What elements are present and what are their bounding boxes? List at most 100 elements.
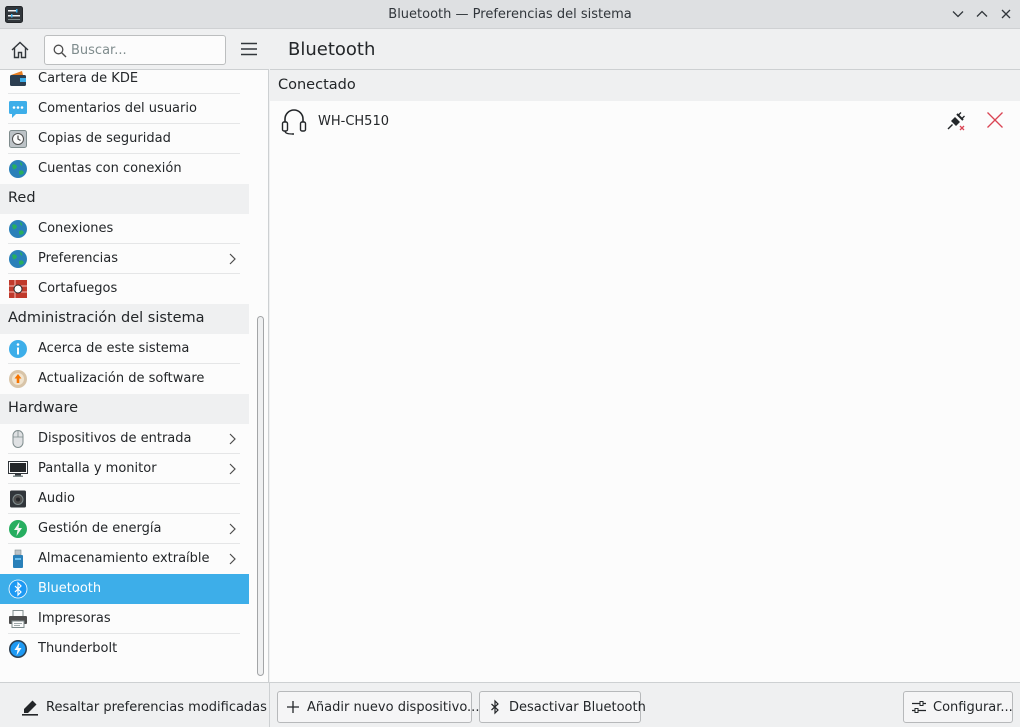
configure-button[interactable]: Configurar...	[903, 691, 1013, 723]
sidebar-item-thunderbolt[interactable]: Thunderbolt	[0, 634, 249, 664]
backup-icon	[9, 130, 27, 148]
section-header-system-administration: Administración del sistema	[0, 304, 249, 334]
main-header: Bluetooth	[270, 29, 1020, 70]
sidebar-item-label: Copias de seguridad	[38, 131, 171, 146]
sidebar-item-label: Comentarios del usuario	[38, 101, 197, 116]
section-header-hardware: Hardware	[0, 394, 249, 424]
home-icon[interactable]	[9, 39, 31, 61]
section-label: Red	[8, 190, 36, 206]
sidebar-item-input-devices[interactable]: Dispositivos de entrada	[0, 424, 249, 454]
network-globe-icon	[9, 220, 27, 238]
info-icon	[9, 340, 27, 358]
chevron-right-icon	[229, 523, 236, 535]
sidebar-item-label: Acerca de este sistema	[38, 341, 190, 356]
section-label: Hardware	[8, 400, 79, 416]
connected-group-header: Conectado	[270, 71, 1020, 101]
chevron-right-icon	[229, 463, 236, 475]
speaker-icon	[10, 490, 26, 508]
software-update-icon	[9, 370, 27, 388]
sidebar-item-display-monitor[interactable]: Pantalla y monitor	[0, 454, 249, 484]
maximize-button[interactable]	[973, 5, 991, 23]
sidebar-item-label: Dispositivos de entrada	[38, 431, 192, 446]
configure-label: Configurar...	[933, 699, 1013, 715]
sidebar-item-label: Almacenamiento extraíble	[38, 551, 210, 566]
close-button[interactable]	[997, 5, 1015, 23]
sidebar-item-firewall[interactable]: Cortafuegos	[0, 274, 249, 304]
sidebar-item-user-feedback[interactable]: Comentarios del usuario	[0, 94, 249, 124]
sidebar-item-bluetooth[interactable]: Bluetooth	[0, 574, 249, 604]
search-field[interactable]	[44, 35, 226, 65]
sidebar-item-label: Actualización de software	[38, 371, 205, 386]
sidebar-item-backup[interactable]: Copias de seguridad	[0, 124, 249, 154]
highlight-modified-label: Resaltar preferencias modificadas	[46, 699, 267, 715]
sidebar-item-label: Pantalla y monitor	[38, 461, 157, 476]
monitor-icon	[8, 461, 28, 477]
sidebar-scrollbar-thumb[interactable]	[257, 316, 264, 676]
window-title: Bluetooth — Preferencias del sistema	[388, 7, 632, 22]
sidebar-item-connections[interactable]: Conexiones	[0, 214, 249, 244]
settings-window: Bluetooth — Preferencias del sistema Bus…	[0, 0, 1020, 727]
sidebar-item-label: Cartera de KDE	[38, 71, 139, 86]
disconnect-plug-icon[interactable]	[946, 111, 966, 131]
sidebar-item-kde-wallet[interactable]: Cartera de KDE	[0, 70, 249, 94]
group-label: Conectado	[278, 77, 356, 93]
sidebar-item-network-preferences[interactable]: Preferencias	[0, 244, 249, 274]
title-bar: Bluetooth — Preferencias del sistema	[0, 0, 1020, 29]
sidebar-item-label: Conexiones	[38, 221, 114, 236]
main-content: Conectado WH-CH510	[270, 71, 1020, 682]
sidebar: Cartera de KDE Comentarios del usuario C…	[0, 70, 269, 682]
bluetooth-icon	[8, 579, 28, 599]
search-input[interactable]	[71, 41, 221, 59]
close-icon	[1001, 9, 1011, 19]
sidebar-item-power-management[interactable]: Gestión de energía	[0, 514, 249, 544]
chevron-down-icon	[952, 11, 964, 18]
sidebar-header	[0, 29, 269, 70]
sidebar-item-removable-storage[interactable]: Almacenamiento extraíble	[0, 544, 249, 574]
hamburger-menu-icon[interactable]	[239, 40, 259, 58]
chevron-up-icon	[976, 10, 988, 17]
chevron-right-icon	[229, 253, 236, 265]
disable-bluetooth-label: Desactivar Bluetooth	[509, 699, 646, 715]
page-title: Bluetooth	[288, 39, 376, 60]
sidebar-item-audio[interactable]: Audio	[0, 484, 249, 514]
add-device-label: Añadir nuevo dispositivo...	[307, 699, 480, 715]
sidebar-item-printers[interactable]: Impresoras	[0, 604, 249, 634]
device-name: WH-CH510	[318, 114, 389, 129]
sidebar-item-label: Bluetooth	[38, 581, 102, 596]
power-management-icon	[9, 520, 27, 538]
chevron-right-icon	[229, 433, 236, 445]
usb-drive-icon	[13, 549, 23, 568]
chevron-right-icon	[229, 553, 236, 565]
sidebar-item-online-accounts[interactable]: Cuentas con conexión	[0, 154, 249, 184]
configure-sliders-icon	[912, 701, 926, 713]
headset-icon	[281, 109, 307, 135]
section-header-network: Red	[0, 184, 249, 214]
section-label: Administración del sistema	[8, 310, 205, 326]
device-row[interactable]: WH-CH510	[270, 101, 1020, 141]
printer-icon	[9, 610, 27, 628]
disable-bluetooth-button[interactable]: Desactivar Bluetooth	[479, 691, 646, 723]
sidebar-item-label: Preferencias	[38, 251, 119, 266]
bottom-toolbar: Resaltar preferencias modificadas Añadir…	[0, 682, 1020, 727]
remove-device-icon[interactable]	[986, 111, 1004, 129]
sidebar-item-label: Cuentas con conexión	[38, 161, 182, 176]
sidebar-item-label: Audio	[38, 491, 75, 506]
highlight-modified-button[interactable]: Resaltar preferencias modificadas	[16, 691, 267, 723]
sidebar-item-about-system[interactable]: Acerca de este sistema	[0, 334, 249, 364]
thunderbolt-icon	[9, 640, 27, 658]
user-feedback-icon	[9, 101, 27, 118]
sidebar-item-label: Cortafuegos	[38, 281, 118, 296]
network-globe-icon	[9, 250, 27, 268]
sidebar-item-label: Gestión de energía	[38, 521, 162, 536]
pencil-highlight-icon	[22, 700, 38, 716]
search-icon	[53, 44, 67, 58]
add-device-button[interactable]: Añadir nuevo dispositivo...	[277, 691, 479, 723]
firewall-icon	[9, 280, 27, 298]
plus-icon	[287, 701, 299, 713]
bluetooth-icon	[491, 699, 499, 715]
kde-wallet-icon	[10, 71, 26, 86]
minimize-button[interactable]	[949, 5, 967, 23]
online-accounts-icon	[9, 160, 27, 178]
sidebar-item-software-update[interactable]: Actualización de software	[0, 364, 249, 394]
sidebar-item-label: Thunderbolt	[38, 641, 118, 656]
